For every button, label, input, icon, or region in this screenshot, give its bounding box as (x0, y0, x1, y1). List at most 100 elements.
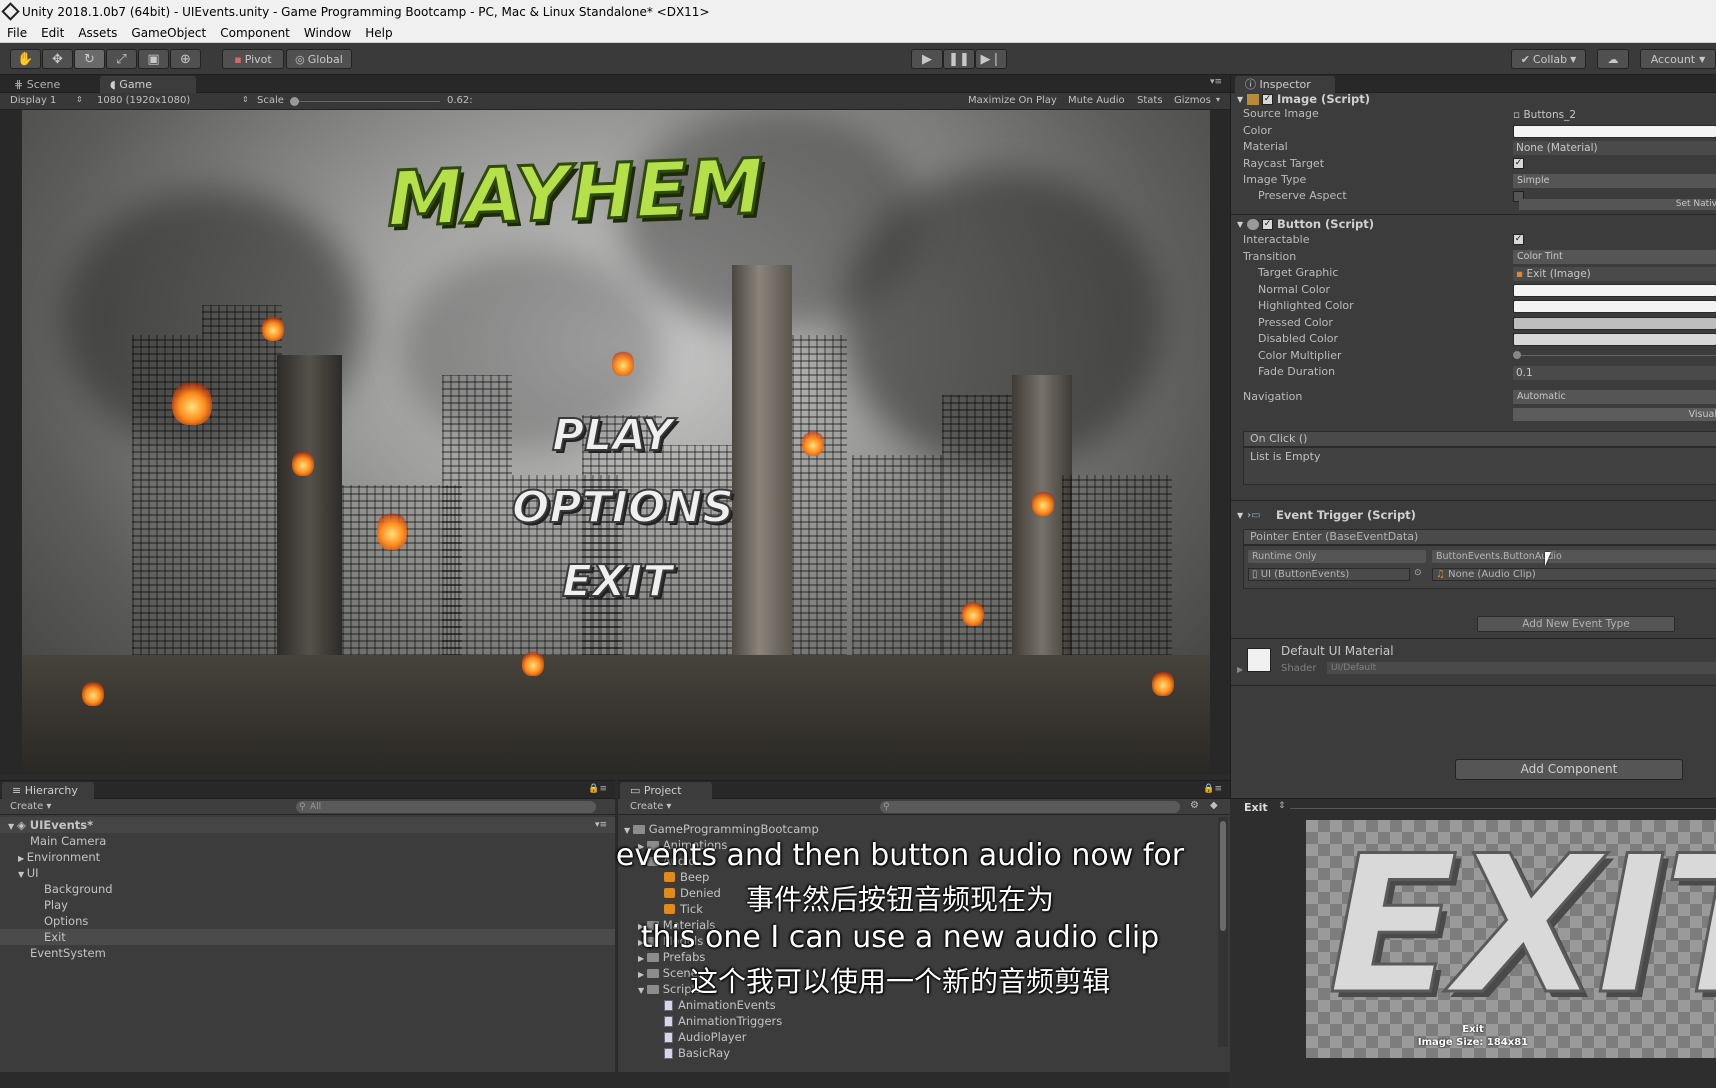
shader-select[interactable]: UI/Default (1327, 662, 1716, 674)
disabled-color-swatch[interactable] (1513, 333, 1716, 346)
fire (802, 430, 824, 456)
project-root-folder[interactable]: ▼ GameProgrammingBootcamp (624, 821, 819, 837)
scene-root-row[interactable]: ▼ ◈ UIEvents* ▾≡ (0, 817, 615, 833)
hand-tool-icon[interactable]: ✋ (10, 49, 41, 69)
button-component-title: Button (Script) (1277, 217, 1374, 231)
audio-clip-field[interactable]: ♫ None (Audio Clip) (1432, 568, 1716, 581)
interactable-checkbox[interactable]: ✓ (1513, 234, 1524, 245)
resolution-select[interactable]: 1080 (1920x1080) (97, 95, 190, 106)
hierarchy-item-ui[interactable]: ▼ UI (18, 865, 39, 881)
create-button[interactable]: Create ▾ (10, 801, 51, 812)
lock-icon[interactable]: 🔒≡ (1203, 784, 1222, 794)
menu-edit[interactable]: Edit (34, 26, 71, 40)
hierarchy-item-options[interactable]: Options (44, 913, 88, 929)
target-object-field[interactable]: ▯ UI (ButtonEvents) (1248, 568, 1410, 581)
play-menu-button[interactable]: PLAY (551, 409, 674, 462)
sprite-preview-image: EXIT (1327, 820, 1716, 1036)
button-enabled-checkbox[interactable]: ✓ (1262, 219, 1273, 230)
scale-tool-icon[interactable]: ⤢ (106, 49, 137, 69)
tab-scene[interactable]: ⋕ Scene (4, 76, 70, 93)
target-graphic-field[interactable]: ▪ Exit (Image) (1513, 267, 1716, 281)
pressed-color-swatch[interactable] (1513, 317, 1716, 330)
move-tool-icon[interactable]: ✥ (42, 49, 73, 69)
tab-hierarchy[interactable]: ≡ Hierarchy (2, 782, 94, 799)
game-view[interactable]: MAYHEM PLAY OPTIONS EXIT (22, 110, 1210, 775)
tab-game[interactable]: ◖ Game (100, 76, 196, 93)
hierarchy-item-background[interactable]: Background (44, 881, 113, 897)
collab-button[interactable]: ✔ Collab ▼ (1511, 49, 1586, 69)
menu-window[interactable]: Window (297, 26, 358, 40)
raycast-target-checkbox[interactable]: ✓ (1513, 158, 1524, 169)
object-picker-icon[interactable]: ⊙ (1414, 568, 1422, 578)
color-multiplier-thumb[interactable] (1513, 351, 1521, 359)
fade-duration-input[interactable]: 0.1 (1513, 366, 1716, 380)
transition-select[interactable]: Color Tint (1513, 250, 1716, 264)
menu-file[interactable]: File (0, 26, 34, 40)
pivot-toggle[interactable]: ▪ Pivot (222, 49, 284, 69)
hierarchy-item-main-camera[interactable]: Main Camera (30, 833, 106, 849)
foldout-arrow-icon[interactable]: ▼ (18, 870, 27, 879)
image-type-select[interactable]: Simple (1513, 174, 1716, 188)
set-native-size-button[interactable]: Set Nativ (1519, 199, 1716, 210)
panel-menu-icon[interactable]: ▾≡ (1210, 77, 1222, 87)
foldout-arrow-icon[interactable]: ▼ (1237, 507, 1243, 524)
step-button-icon[interactable]: ▶❘ (975, 49, 1007, 69)
mute-audio-toggle[interactable]: Mute Audio (1068, 95, 1125, 106)
project-search-input[interactable]: ⚲ (880, 801, 1180, 813)
hierarchy-item-environment[interactable]: ▶ Environment (18, 849, 100, 865)
menu-help[interactable]: Help (358, 26, 399, 40)
pause-button-icon[interactable]: ❚❚ (943, 49, 975, 69)
foldout-arrow-icon[interactable]: ▶ (18, 854, 27, 863)
create-button[interactable]: Create ▾ (630, 801, 671, 812)
hierarchy-item-eventsystem[interactable]: EventSystem (30, 945, 106, 961)
source-image-field[interactable]: ▫ Buttons_2 (1513, 108, 1576, 122)
color-swatch[interactable] (1513, 125, 1716, 138)
label-filter-icon[interactable]: ◆ (1210, 800, 1218, 811)
foldout-arrow-icon[interactable]: ▼ (1237, 216, 1243, 233)
hierarchy-item-exit-selected[interactable]: Exit (0, 929, 615, 945)
script-basic-ray[interactable]: BasicRay (664, 1045, 730, 1061)
color-multiplier-slider[interactable] (1519, 355, 1716, 356)
cloud-icon[interactable]: ☁ (1597, 49, 1629, 69)
scale-slider-thumb[interactable] (290, 97, 299, 106)
rect-tool-icon[interactable]: ▣ (138, 49, 169, 69)
function-select[interactable]: ButtonEvents.ButtonAudio (1432, 550, 1716, 563)
image-enabled-checkbox[interactable]: ✓ (1262, 94, 1273, 105)
foldout-arrow-icon[interactable]: ▼ (624, 826, 633, 835)
navigation-select[interactable]: Automatic (1513, 390, 1716, 404)
button-component-header[interactable]: ▼ ✓ Button (Script) (1231, 216, 1716, 233)
visualize-button[interactable]: Visual (1513, 408, 1716, 421)
foldout-arrow-icon[interactable]: ▼ (8, 822, 17, 831)
transform-tool-icon[interactable]: ⊕ (170, 49, 201, 69)
menu-component[interactable]: Component (213, 26, 297, 40)
add-component-button[interactable]: Add Component (1455, 759, 1683, 780)
preview-header: Exit ⇕ (1230, 798, 1716, 816)
global-toggle[interactable]: ◎ Global (286, 49, 352, 69)
lock-icon[interactable]: 🔒≡ (588, 784, 607, 794)
gizmos-toggle[interactable]: Gizmos (1174, 95, 1211, 106)
filter-by-type-icon[interactable]: ⚙ (1190, 800, 1199, 811)
exit-menu-button[interactable]: EXIT (561, 555, 673, 608)
scale-slider[interactable] (290, 101, 440, 102)
add-event-type-button[interactable]: Add New Event Type (1477, 616, 1675, 632)
highlighted-color-swatch[interactable] (1513, 300, 1716, 313)
scene-menu-icon[interactable]: ▾≡ (595, 817, 607, 833)
runtime-only-select[interactable]: Runtime Only (1248, 550, 1426, 563)
rotate-tool-icon[interactable]: ↻ (74, 49, 105, 69)
menu-gameobject[interactable]: GameObject (124, 26, 213, 40)
display-select[interactable]: Display 1 (10, 95, 56, 106)
material-field[interactable]: None (Material) (1513, 141, 1716, 155)
play-button-icon[interactable]: ▶ (911, 49, 943, 69)
hierarchy-search-input[interactable]: ⚲ All (296, 801, 596, 813)
stats-toggle[interactable]: Stats (1137, 95, 1163, 106)
account-button[interactable]: Account ▼ (1640, 49, 1716, 69)
transition-label: Transition (1243, 250, 1297, 263)
menu-assets[interactable]: Assets (71, 26, 124, 40)
tab-project[interactable]: ▭ Project (620, 782, 712, 799)
options-menu-button[interactable]: OPTIONS (511, 481, 735, 534)
event-trigger-header[interactable]: ▼ ›▭ Event Trigger (Script) (1231, 507, 1716, 524)
hierarchy-item-play[interactable]: Play (44, 897, 68, 913)
maximize-on-play-toggle[interactable]: Maximize On Play (968, 95, 1057, 106)
normal-color-swatch[interactable] (1513, 284, 1716, 297)
foldout-arrow-icon[interactable]: ▶ (1237, 665, 1243, 674)
